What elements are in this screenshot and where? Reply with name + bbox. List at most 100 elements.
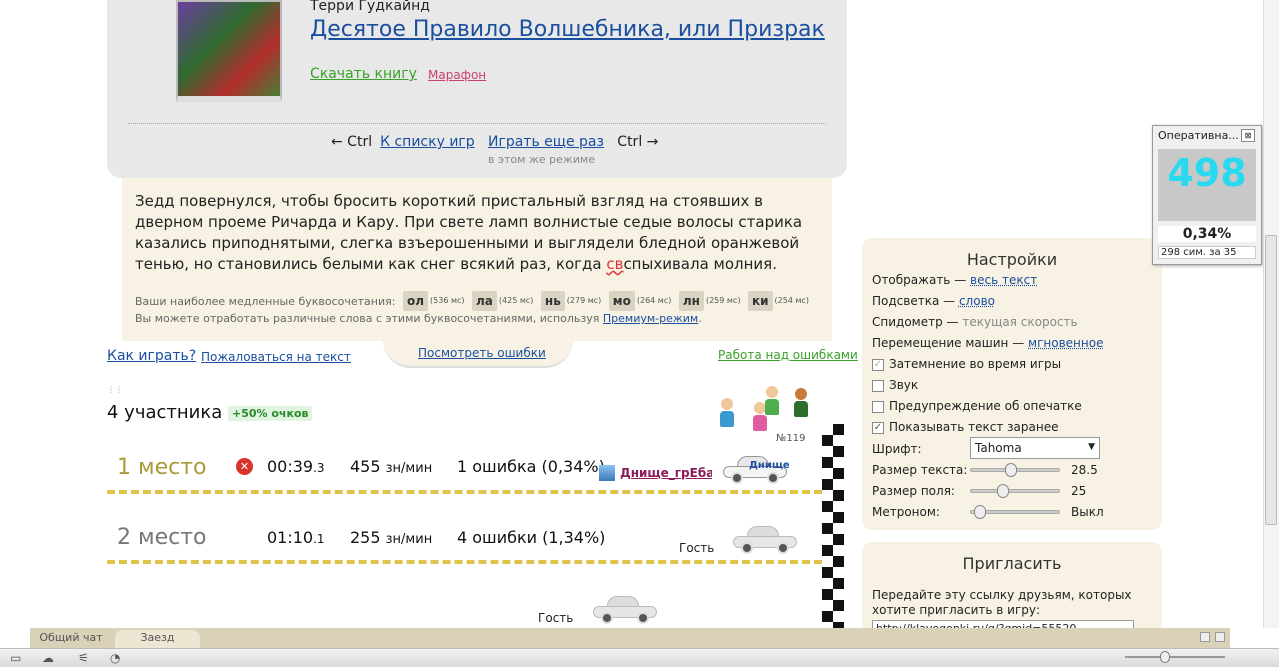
setting-car-move: Перемещение машин — мгновенное — [872, 336, 1103, 350]
combo-ms: (254 мс) — [774, 296, 810, 305]
typo-warn-checkbox[interactable] — [872, 400, 884, 413]
zoom-slider-knob[interactable] — [1160, 651, 1170, 663]
display-mode-toggle[interactable]: весь текст — [970, 273, 1037, 287]
close-icon[interactable]: ⊠ — [1241, 129, 1255, 142]
premium-link[interactable]: Премиум-режим — [603, 312, 698, 325]
setting-display: Отображать — весь текст — [872, 273, 1037, 287]
setting-label: Перемещение машин — — [872, 336, 1025, 350]
text-size-slider[interactable] — [970, 463, 1060, 477]
typing-error: св — [606, 255, 624, 273]
setting-label: Спидометр — — [872, 315, 959, 329]
lane-divider — [107, 490, 822, 494]
combo-badge: ла — [472, 291, 497, 311]
speed-unit: зн/мин — [385, 532, 433, 547]
time-main: 00:39 — [267, 457, 314, 476]
work-on-errors-link[interactable]: Работа над ошибками — [718, 348, 858, 362]
combo-ms: (536 мс) — [430, 296, 465, 305]
typing-speed: 455 зн/мин — [350, 457, 432, 476]
minimize-chat-icon[interactable] — [1200, 632, 1210, 642]
speedometer-error-percent: 0,34% — [1158, 226, 1256, 242]
error-count: 4 ошибки (1,34%) — [457, 528, 606, 547]
play-again-link[interactable]: Играть еще раз — [488, 134, 604, 150]
cloud-icon[interactable]: ☁ — [42, 651, 54, 665]
see-errors-link[interactable]: Посмотреть ошибки — [418, 346, 546, 360]
slow-combos-label: Ваши наиболее медленные буквосочетания: — [135, 295, 396, 308]
game-text-rest: спыхивала молния. — [623, 255, 777, 273]
checkbox-label: Предупреждение об опечатке — [889, 399, 1082, 413]
dim-checkbox[interactable]: ✓ — [872, 358, 884, 371]
next-key-hint: Ctrl → — [617, 134, 659, 150]
finish-time: 01:10.1 — [267, 528, 325, 547]
scrollbar-thumb[interactable] — [1265, 235, 1277, 525]
lane-divider — [107, 560, 822, 564]
setting-label: Отображать — — [872, 273, 967, 287]
guest-car — [593, 596, 657, 624]
drag-handle-icon[interactable]: ⋮⋮ — [107, 385, 123, 394]
setting-highlight: Подсветка — слово — [872, 294, 995, 308]
slider-knob[interactable] — [1005, 463, 1017, 477]
error-count: 1 ошибка (0,34%) — [457, 457, 605, 476]
speedometer-title: Оперативна... — [1158, 129, 1239, 142]
player-avatar-icon — [794, 388, 808, 417]
slider-knob[interactable] — [974, 505, 986, 519]
divider — [128, 123, 826, 124]
game-text: Зедд повернулся, чтобы бросить короткий … — [135, 191, 825, 275]
book-author: Терри Гудкайнд — [310, 0, 430, 14]
highlight-mode-toggle[interactable]: слово — [959, 294, 995, 308]
tab-race-chat[interactable]: Заезд — [115, 630, 200, 648]
show-text-checkbox[interactable]: ✓ — [872, 421, 884, 434]
speedometer-mode[interactable]: текущая скорость — [962, 315, 1077, 329]
car-move-toggle[interactable]: мгновенное — [1028, 336, 1103, 350]
chat-bar — [30, 628, 1230, 648]
combo-ms: (264 мс) — [636, 296, 672, 305]
taskbar — [0, 648, 1279, 667]
participants-count: 4 участника — [107, 402, 223, 423]
prev-key-hint: ← Ctrl — [331, 134, 373, 150]
sound-checkbox[interactable] — [872, 379, 884, 392]
speedometer-value: 498 — [1167, 151, 1247, 195]
share-icon[interactable]: ⚟ — [78, 651, 89, 665]
checkbox-label: Затемнение во время игры — [889, 357, 1062, 371]
field-size-slider[interactable] — [970, 484, 1060, 498]
metronome-slider[interactable] — [970, 505, 1060, 519]
zoom-slider[interactable] — [1125, 656, 1225, 658]
combo-badge: мо — [608, 291, 635, 311]
practice-period: . — [698, 312, 702, 325]
place-label: 1 место — [117, 455, 207, 480]
setting-sound: Звук — [872, 378, 918, 392]
font-label: Шрифт: — [872, 442, 922, 456]
finish-flag — [822, 424, 844, 634]
slow-combos: Ваши наиболее медленные буквосочетания: … — [135, 291, 825, 312]
speedometer-info: 298 сим. за 35 — [1158, 246, 1256, 259]
player-avatar-icon — [765, 386, 779, 415]
guest-car — [733, 526, 797, 554]
window-icon[interactable]: ▭ — [10, 651, 21, 665]
book-cover-image — [176, 0, 282, 102]
chevron-down-icon: ▼ — [1088, 442, 1095, 452]
gauge-icon[interactable]: ◔ — [110, 651, 120, 665]
player-name-link[interactable]: Днище_грЕбан — [620, 466, 712, 480]
nav-replay: Играть еще раз Ctrl → — [488, 134, 658, 150]
download-book-link[interactable]: Скачать книгу — [310, 66, 417, 82]
marathon-link[interactable]: Марафон — [428, 68, 486, 82]
field-size-value: 25 — [1071, 484, 1087, 498]
complain-link[interactable]: Пожаловаться на текст — [201, 350, 351, 364]
book-title-link[interactable]: Десятое Правило Волшебника, или Призрак — [310, 17, 825, 42]
metronome-value: Выкл — [1071, 505, 1104, 519]
maximize-chat-icon[interactable] — [1215, 632, 1225, 642]
setting-typo-warn: Предупреждение об опечатке — [872, 399, 1082, 413]
place-label: 2 место — [117, 525, 207, 550]
time-main: 01:10 — [267, 528, 314, 547]
player-name: Гость — [679, 541, 715, 555]
same-mode-hint: в этом же режиме — [488, 153, 595, 166]
finish-time: 00:39.3 — [267, 457, 325, 476]
game-list-link[interactable]: К списку игр — [380, 134, 475, 150]
how-to-play-link[interactable]: Как играть? — [107, 348, 196, 364]
font-select[interactable]: Tahoma ▼ — [970, 437, 1100, 459]
combo-ms: (259 мс) — [705, 296, 741, 305]
tab-general-chat[interactable]: Общий чат — [30, 630, 112, 648]
slider-knob[interactable] — [997, 484, 1009, 498]
combo-badge: ки — [747, 291, 773, 311]
bonus-badge: +50% очков — [228, 406, 313, 421]
error-x-icon: ✕ — [236, 458, 253, 475]
